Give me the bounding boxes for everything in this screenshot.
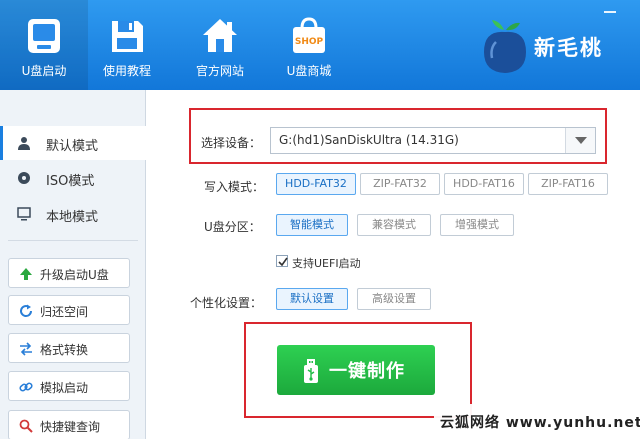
- tool-label: 升级启动U盘: [40, 268, 109, 282]
- mode-default[interactable]: 默认模式: [0, 126, 147, 160]
- write-mode-hdd-fat16[interactable]: HDD-FAT16: [444, 173, 524, 195]
- tool-label: 归还空间: [40, 305, 89, 319]
- monitor-icon: [17, 207, 31, 221]
- uefi-label: 支持UEFI启动: [292, 257, 361, 270]
- top-toolbar: U盘启动 使用教程 官方网站 SHOP U盘商城 新毛桃: [0, 0, 640, 90]
- write-mode-hdd-fat32[interactable]: HDD-FAT32: [276, 173, 356, 195]
- toolbar-label: 官方网站: [195, 64, 244, 78]
- personalize-default[interactable]: 默认设置: [276, 288, 348, 310]
- uefi-checkbox[interactable]: [276, 255, 288, 267]
- checkmark-icon: [278, 257, 288, 267]
- personalize-advanced[interactable]: 高级设置: [357, 288, 431, 310]
- convert-icon: [20, 342, 32, 356]
- hotkey-query-button[interactable]: 快捷键查询: [8, 410, 130, 439]
- shop-bag-icon: SHOP: [293, 17, 325, 53]
- disc-icon: [18, 172, 30, 184]
- format-convert-button[interactable]: 格式转换: [8, 333, 130, 363]
- svg-text:SHOP: SHOP: [295, 37, 324, 47]
- peach-logo-icon: [484, 20, 526, 73]
- make-label: 一键制作: [329, 361, 405, 382]
- mode-label: ISO模式: [46, 174, 95, 189]
- watermark: 云狐网络 www.yunhu.net: [434, 404, 640, 439]
- chevron-down-icon: [575, 137, 587, 144]
- mode-local[interactable]: 本地模式: [0, 197, 146, 231]
- partition-label: U盘分区：: [204, 220, 261, 234]
- toolbar-official-site[interactable]: 官方网站: [176, 0, 264, 90]
- toolbar-shop[interactable]: SHOP U盘商城: [265, 0, 353, 90]
- usb-drive-icon: [28, 19, 60, 53]
- restore-space-button[interactable]: 归还空间: [8, 295, 130, 325]
- floppy-disk-icon: [112, 21, 143, 52]
- device-dropdown-button[interactable]: [565, 128, 595, 153]
- partition-compatible[interactable]: 兼容模式: [357, 214, 431, 236]
- tool-label: 快捷键查询: [40, 420, 101, 434]
- usb-stick-icon: [304, 359, 318, 383]
- user-icon: [18, 137, 30, 150]
- device-label: 选择设备：: [201, 136, 262, 150]
- refresh-icon: [20, 304, 33, 317]
- sidebar-divider: [8, 240, 138, 241]
- tool-label: 格式转换: [40, 343, 89, 357]
- mode-label: 本地模式: [46, 210, 99, 225]
- mode-iso[interactable]: ISO模式: [0, 161, 146, 195]
- brand-logo: 新毛桃: [482, 18, 632, 76]
- write-mode-zip-fat16[interactable]: ZIP-FAT16: [528, 173, 608, 195]
- tool-label: 模拟启动: [40, 381, 89, 395]
- simulate-boot-button[interactable]: 模拟启动: [8, 371, 130, 401]
- one-click-make-button[interactable]: 一键制作: [277, 345, 435, 395]
- toolbar-label: U盘商城: [286, 64, 332, 78]
- brand-name: 新毛桃: [534, 36, 603, 60]
- search-icon: [19, 419, 33, 433]
- upgrade-usb-button[interactable]: 升级启动U盘: [8, 258, 130, 288]
- minimize-icon[interactable]: [604, 11, 616, 13]
- personalize-label: 个性化设置：: [190, 296, 263, 310]
- partition-smart[interactable]: 智能模式: [276, 214, 348, 236]
- house-icon: [203, 19, 237, 52]
- write-mode-label: 写入模式：: [204, 180, 265, 194]
- watermark-text: 云狐网络 www.yunhu.net: [440, 415, 640, 431]
- sidebar: 默认模式 ISO模式 本地模式 升级启动U盘 归还空间 格式转换 模拟启动 快捷…: [0, 90, 147, 439]
- toolbar-tutorial[interactable]: 使用教程: [83, 0, 171, 90]
- toolbar-usb-boot[interactable]: U盘启动: [0, 0, 88, 90]
- mode-label: 默认模式: [46, 139, 99, 154]
- link-icon: [19, 382, 33, 392]
- arrow-up-icon: [20, 268, 32, 280]
- partition-enhanced[interactable]: 增强模式: [440, 214, 514, 236]
- toolbar-label: 使用教程: [102, 64, 151, 78]
- device-value: G:(hd1)SanDiskUltra (14.31G): [279, 133, 459, 147]
- device-select[interactable]: G:(hd1)SanDiskUltra (14.31G): [270, 127, 596, 154]
- write-mode-zip-fat32[interactable]: ZIP-FAT32: [360, 173, 440, 195]
- toolbar-label: U盘启动: [21, 64, 67, 78]
